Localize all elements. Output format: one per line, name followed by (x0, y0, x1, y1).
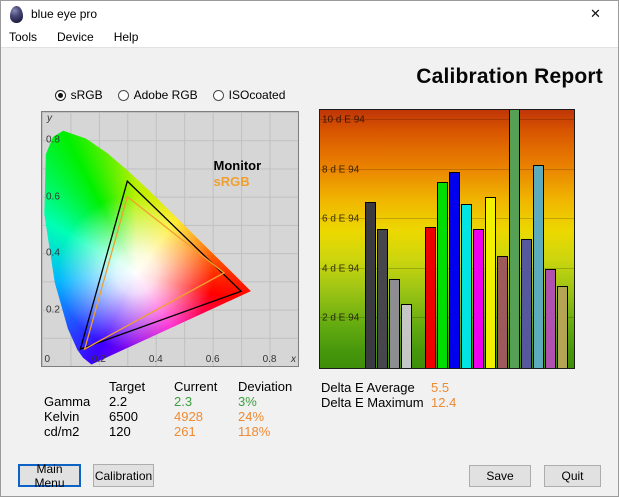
delta-e-bar (377, 229, 388, 368)
row-label: cd/m2 (44, 424, 80, 439)
radio-label: sRGB (70, 88, 103, 102)
delta-e-bar (509, 110, 520, 368)
gamut-triangle-monitor (80, 181, 241, 349)
target-value: 2.2 (109, 394, 128, 409)
row-label: Kelvin (44, 409, 80, 424)
client-area: Calibration Report sRGB Adobe RGB ISOcoate… (1, 49, 618, 496)
delta-e-bar (521, 239, 532, 368)
delta-e-average-row: Delta E Average 5.5 (321, 380, 456, 395)
chart-y-tick-label: 4 d E 94 (322, 263, 360, 275)
quit-button[interactable]: Quit (544, 465, 601, 487)
delta-e-bar-chart: 2 d E 94 4 d E 94 6 d E 94 8 d E 94 10 d E 9… (319, 109, 575, 369)
table-header: Current (174, 379, 218, 394)
menu-device[interactable]: Device (57, 30, 94, 44)
radio-adobe-rgb[interactable]: Adobe RGB (117, 88, 198, 102)
current-value: 4928 (174, 409, 203, 424)
current-value: 2.3 (174, 394, 193, 409)
chart-y-tick-label: 10 d E 94 (322, 114, 365, 126)
cie-plot-area: y x Monitor sRGB 0.8 0.6 0.4 0.2 0 0.2 0.4 0.6 0… (42, 112, 298, 366)
main-menu-button[interactable]: Main Menu (18, 462, 81, 490)
chart-y-tick-label: 2 d E 94 (322, 312, 360, 324)
close-icon[interactable]: ✕ (573, 1, 618, 27)
y-tick-label: 0.4 (46, 247, 60, 259)
app-window: blue eye pro ✕ Tools Device Help Calibrati… (0, 0, 619, 497)
measurement-table: Target Current Deviation Gamma 2.2 2.3 3% Kelvi… (44, 379, 310, 439)
target-value: 6500 (109, 409, 138, 424)
radio-label: Adobe RGB (133, 88, 198, 102)
save-button[interactable]: Save (469, 465, 531, 487)
x-tick-label: 0.4 (148, 354, 163, 365)
window-title: blue eye pro (31, 7, 98, 21)
deviation-value: 3% (238, 394, 257, 409)
delta-e-bar (557, 286, 568, 368)
x-tick-label: 0 (44, 354, 51, 365)
row-label: Gamma (44, 394, 91, 409)
y-axis-label: y (47, 113, 52, 124)
target-value: 120 (109, 424, 131, 439)
delta-e-average-value: 5.5 (431, 380, 450, 395)
delta-e-bar (497, 256, 508, 368)
menu-help[interactable]: Help (114, 30, 139, 44)
chart-y-tick-label: 8 d E 94 (322, 164, 360, 176)
delta-e-bar (485, 196, 496, 368)
radio-selected-icon (54, 89, 66, 101)
delta-e-bar (437, 181, 448, 368)
gamut-triangles (42, 112, 298, 366)
y-tick-label: 0.2 (46, 304, 60, 316)
delta-e-bar (461, 204, 472, 368)
delta-e-bar (533, 164, 544, 368)
delta-e-bar (449, 172, 460, 368)
delta-e-bar (473, 229, 484, 368)
delta-e-maximum-label: Delta E Maximum (321, 395, 424, 410)
x-axis-label: x (291, 354, 296, 365)
radio-icon (117, 89, 129, 101)
current-value: 261 (174, 424, 196, 439)
app-logo-icon (10, 5, 23, 23)
radio-label: ISOcoated (228, 88, 286, 102)
x-tick-label: 0.2 (91, 354, 106, 365)
legend-monitor: Monitor (213, 157, 262, 173)
delta-e-summary: Delta E Average 5.5 Delta E Maximum 12.4 (321, 380, 456, 410)
table-header: Deviation (238, 379, 293, 394)
delta-e-average-label: Delta E Average (321, 380, 415, 395)
radio-icon (212, 89, 224, 101)
x-tick-label: 0.8 (262, 354, 277, 365)
menu-tools[interactable]: Tools (9, 30, 37, 44)
table-header: Target (109, 379, 146, 394)
calibration-button[interactable]: Calibration (93, 464, 154, 487)
menu-bar: Tools Device Help (1, 27, 618, 48)
delta-e-bar (365, 201, 376, 368)
delta-e-maximum-value: 12.4 (431, 395, 457, 410)
x-tick-label: 0.6 (205, 354, 220, 365)
y-tick-label: 0.6 (46, 191, 60, 203)
delta-e-bar (425, 226, 436, 368)
y-tick-label: 0.8 (46, 134, 60, 146)
delta-e-maximum-row: Delta E Maximum 12.4 (321, 395, 456, 410)
gamut-radio-group: sRGB Adobe RGB ISOcoated (41, 88, 299, 102)
delta-e-bar (389, 278, 400, 368)
delta-e-bar (401, 303, 412, 368)
gamut-triangle-srgb (85, 197, 224, 349)
chart-y-tick-label: 6 d E 94 (322, 213, 360, 225)
cie-diagram-panel: y x Monitor sRGB 0.8 0.6 0.4 0.2 0 0.2 0.4 0.6 0… (41, 111, 299, 367)
deviation-value: 118% (238, 424, 271, 439)
page-title: Calibration Report (416, 65, 603, 88)
table-corner (44, 379, 109, 394)
delta-e-bar (545, 268, 556, 368)
deviation-value: 24% (238, 409, 265, 424)
radio-srgb[interactable]: sRGB (54, 88, 103, 102)
radio-isocoated[interactable]: ISOcoated (212, 88, 286, 102)
title-bar: blue eye pro ✕ (1, 1, 618, 27)
legend-srgb: sRGB (213, 174, 250, 190)
